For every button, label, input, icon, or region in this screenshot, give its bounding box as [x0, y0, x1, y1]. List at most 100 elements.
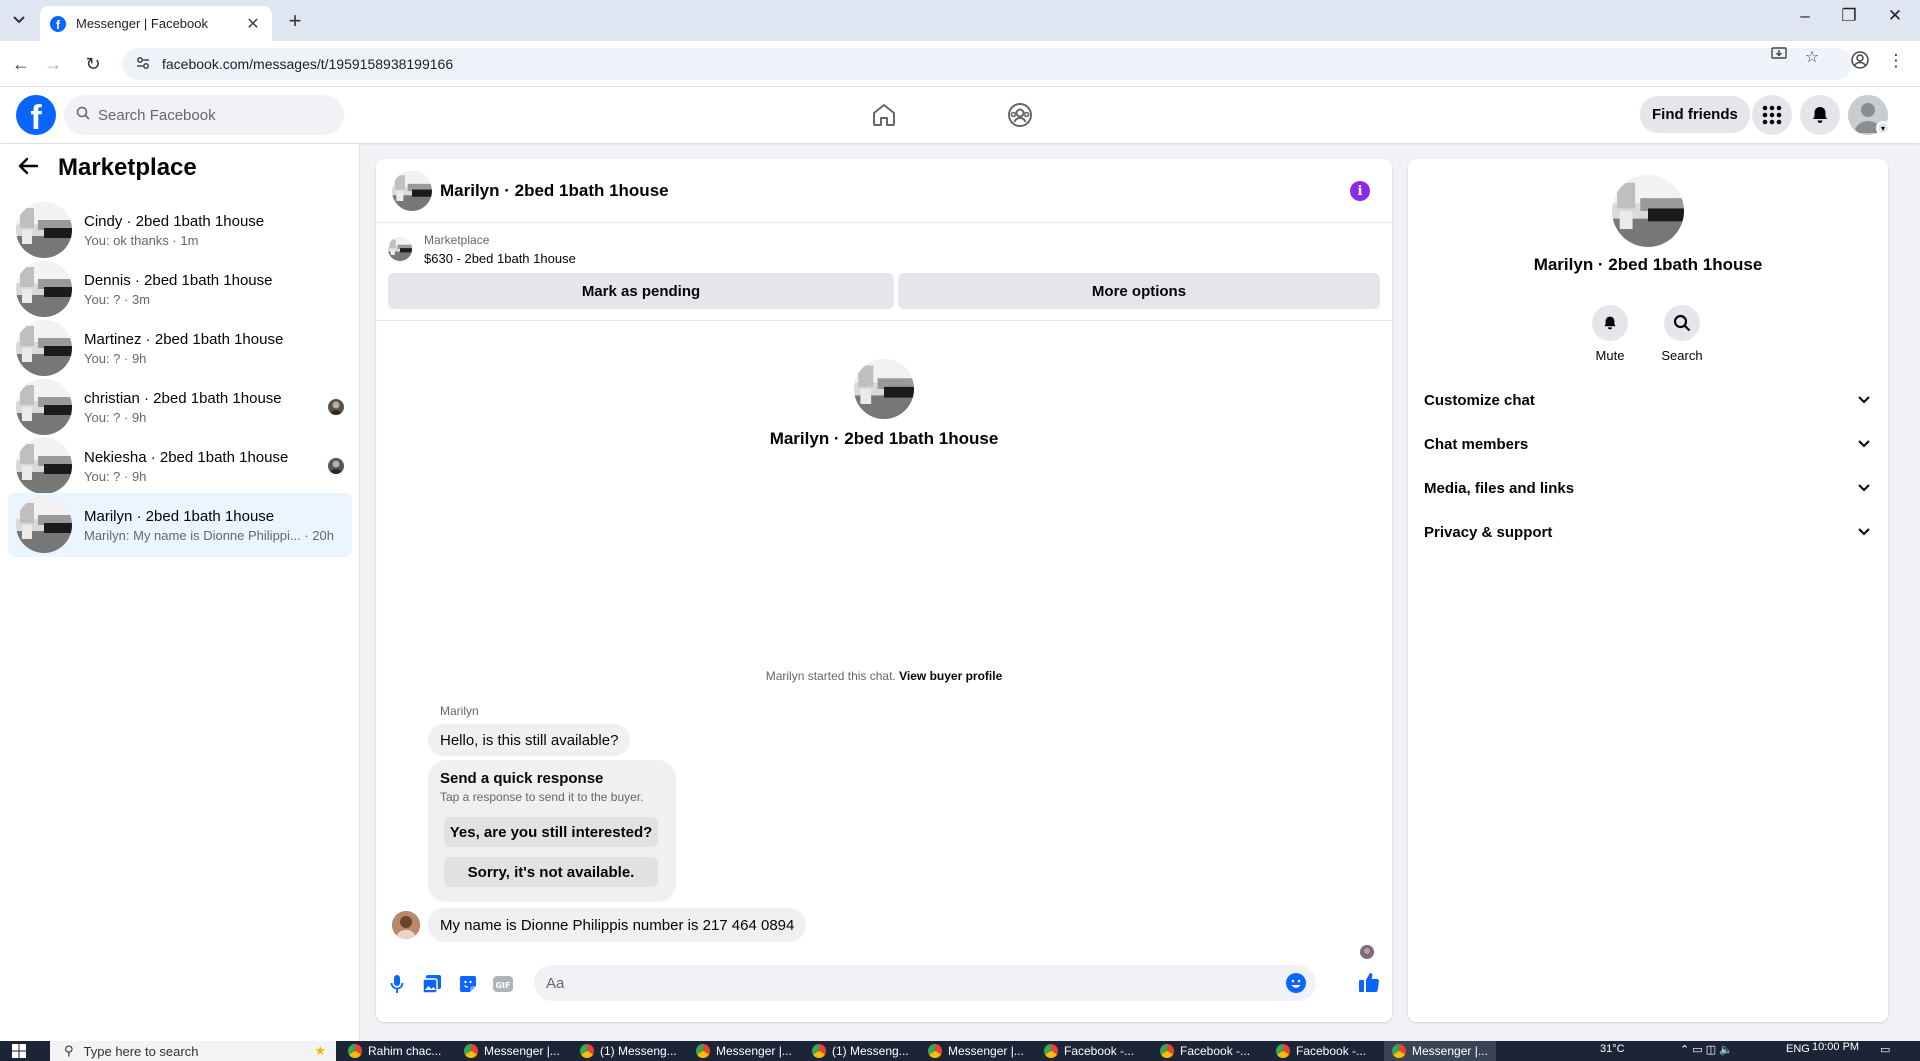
chat-header: Marilyn · 2bed 1bath 1house i: [376, 159, 1392, 223]
attach-photo-icon[interactable]: [421, 973, 443, 995]
taskbar-app-button[interactable]: (1) Messeng...: [572, 1041, 684, 1061]
home-icon[interactable]: [868, 99, 900, 131]
conversation-item[interactable]: Dennis · 2bed 1bath 1house You: ? · 3m: [8, 257, 352, 321]
info-name[interactable]: Marilyn · 2bed 1bath 1house: [1408, 255, 1888, 275]
mute-label: Mute: [1595, 348, 1625, 363]
taskbar-app-button[interactable]: Messenger |...: [688, 1041, 800, 1061]
browser-menu-icon[interactable]: ⋮: [1884, 51, 1908, 71]
forward-arrow-icon[interactable]: →: [40, 51, 66, 77]
quick-reply-interested-button[interactable]: Yes, are you still interested?: [444, 817, 658, 847]
address-bar[interactable]: facebook.com/messages/t/1959158938199166: [122, 48, 1852, 80]
conversation-item[interactable]: Martinez · 2bed 1bath 1house You: ? · 9h: [8, 316, 352, 380]
taskbar-app-button[interactable]: Facebook -...: [1152, 1041, 1264, 1061]
conversation-item[interactable]: Nekiesha · 2bed 1bath 1house You: ? · 9h: [8, 434, 352, 498]
chat-title[interactable]: Marilyn · 2bed 1bath 1house: [440, 181, 669, 201]
restore-window-icon[interactable]: ❐: [1826, 6, 1872, 26]
sticker-icon[interactable]: [457, 973, 479, 995]
conversation-info-icon[interactable]: i: [1350, 181, 1370, 201]
chrome-icon: [464, 1044, 478, 1058]
more-options-button[interactable]: More options: [898, 273, 1380, 309]
info-section-customize-chat[interactable]: Customize chat: [1416, 378, 1880, 422]
new-tab-button[interactable]: +: [283, 8, 307, 34]
info-avatar[interactable]: [1612, 175, 1684, 247]
install-app-icon[interactable]: [1768, 47, 1790, 66]
back-arrow-icon[interactable]: [18, 155, 42, 181]
site-settings-icon[interactable]: [136, 56, 150, 73]
facebook-favicon-icon: f: [50, 15, 66, 32]
chrome-icon: [1044, 1044, 1058, 1058]
conversation-preview: Marilyn: My name is Dionne Philippi... ·…: [84, 527, 334, 543]
facebook-search-box[interactable]: [64, 95, 344, 135]
groups-icon[interactable]: [1004, 99, 1036, 131]
taskbar-app-button[interactable]: Facebook -...: [1036, 1041, 1148, 1061]
menu-grid-icon[interactable]: [1752, 95, 1792, 135]
marketplace-sidebar: Marketplace Cindy · 2bed 1bath 1house You…: [0, 144, 360, 1041]
chevron-down-icon: [1856, 524, 1872, 540]
windows-start-icon[interactable]: [12, 1044, 26, 1061]
tray-icons[interactable]: ⌃ ▭ ◫ 🔈: [1680, 1043, 1733, 1056]
message-input[interactable]: [546, 974, 1246, 992]
tab-list-chevron-icon[interactable]: [6, 9, 32, 31]
language-indicator[interactable]: ENG: [1786, 1043, 1810, 1055]
sidebar-title: Marketplace: [58, 154, 197, 181]
message-input-box[interactable]: [534, 965, 1316, 1001]
taskbar-search-box[interactable]: ⚲ Type here to search ★: [50, 1041, 336, 1061]
tab-close-icon[interactable]: ✕: [244, 14, 262, 34]
chrome-icon: [1392, 1044, 1406, 1058]
info-section-chat-members[interactable]: Chat members: [1416, 422, 1880, 466]
browser-tab-messenger[interactable]: f Messenger | Facebook ✕: [40, 6, 272, 41]
conversation-name: christian · 2bed 1bath 1house: [84, 389, 282, 407]
chat-avatar[interactable]: [392, 171, 432, 211]
facebook-search-input[interactable]: [98, 106, 318, 124]
intro-name: Marilyn · 2bed 1bath 1house: [769, 429, 999, 448]
chevron-down-icon: [1856, 392, 1872, 408]
taskbar-app-button[interactable]: Facebook -...: [1268, 1041, 1380, 1061]
notification-center-icon[interactable]: ▭: [1880, 1043, 1890, 1056]
back-arrow-icon[interactable]: ←: [8, 51, 34, 77]
view-buyer-profile-link[interactable]: View buyer profile: [899, 669, 1002, 683]
listing-thumbnail[interactable]: [388, 237, 412, 261]
taskbar-app-button[interactable]: (1) Messeng...: [804, 1041, 916, 1061]
conversation-thumbnail: [16, 320, 72, 376]
account-chevron-icon[interactable]: ▾: [1876, 121, 1890, 135]
find-friends-button[interactable]: Find friends: [1640, 96, 1750, 133]
conversation-item[interactable]: christian · 2bed 1bath 1house You: ? · 9h: [8, 375, 352, 439]
taskbar-app-label: Messenger |...: [948, 1044, 1024, 1058]
taskbar-app-button[interactable]: Messenger |...: [920, 1041, 1032, 1061]
listing-price-title[interactable]: $630 - 2bed 1bath 1house: [424, 251, 576, 266]
weather-temperature[interactable]: 31°C: [1600, 1043, 1625, 1055]
tab-title: Messenger | Facebook: [76, 16, 208, 31]
clock-time[interactable]: 10:00 PM: [1812, 1041, 1859, 1053]
taskbar-app-button[interactable]: Messenger |...: [1384, 1041, 1496, 1061]
close-window-icon[interactable]: ✕: [1872, 6, 1918, 26]
info-section-privacy-support[interactable]: Privacy & support: [1416, 510, 1880, 554]
conversation-name: Martinez · 2bed 1bath 1house: [84, 330, 284, 348]
profile-icon[interactable]: [1848, 51, 1872, 74]
conversation-thumbnail: [16, 261, 72, 317]
mark-as-pending-button[interactable]: Mark as pending: [388, 273, 894, 309]
reload-icon[interactable]: ↻: [80, 51, 106, 77]
search-in-conversation-button[interactable]: Search: [1652, 305, 1712, 363]
gif-icon[interactable]: GIF: [492, 973, 514, 995]
minimize-window-icon[interactable]: –: [1782, 6, 1828, 26]
url-text: facebook.com/messages/t/1959158938199166: [162, 56, 454, 72]
quick-reply-not-available-button[interactable]: Sorry, it's not available.: [444, 857, 658, 887]
voice-clip-icon[interactable]: [386, 973, 408, 995]
conversation-item[interactable]: Marilyn · 2bed 1bath 1house Marilyn: My n…: [8, 493, 352, 557]
emoji-icon[interactable]: [1286, 973, 1306, 993]
taskbar-app-button[interactable]: Rahim chac...: [340, 1041, 452, 1061]
chrome-icon: [1276, 1044, 1290, 1058]
windows-taskbar: ⚲ Type here to search ★ Rahim chac... Mes…: [0, 1041, 1920, 1061]
chrome-icon: [348, 1044, 362, 1058]
like-thumb-icon[interactable]: [1358, 971, 1380, 993]
mute-button[interactable]: Mute: [1580, 305, 1640, 363]
taskbar-app-button[interactable]: Messenger |...: [456, 1041, 568, 1061]
conversation-name: Cindy · 2bed 1bath 1house: [84, 212, 265, 230]
notifications-bell-icon[interactable]: [1800, 95, 1840, 135]
taskbar-search-placeholder: Type here to search: [83, 1043, 199, 1059]
info-section-media-files-and-links[interactable]: Media, files and links: [1416, 466, 1880, 510]
facebook-logo-icon[interactable]: f: [16, 95, 56, 135]
conversation-item[interactable]: Cindy · 2bed 1bath 1house You: ok thanks …: [8, 198, 352, 262]
bookmark-star-icon[interactable]: ☆: [1801, 47, 1823, 67]
conversation-preview: You: ? · 9h: [84, 409, 147, 425]
